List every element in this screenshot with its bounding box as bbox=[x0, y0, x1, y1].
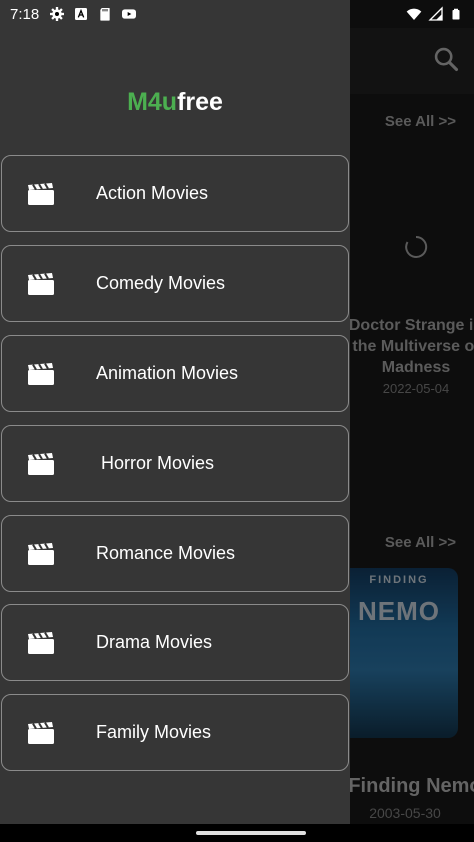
clapperboard-icon bbox=[28, 273, 54, 295]
clapperboard-icon bbox=[28, 453, 54, 475]
menu-item-label: Family Movies bbox=[96, 722, 212, 742]
youtube-icon bbox=[122, 9, 137, 19]
menu-item-label: Animation Movies bbox=[96, 363, 239, 383]
menu-item[interactable]: Action Movies bbox=[1, 155, 349, 232]
menu-item-label: Action Movies bbox=[96, 183, 209, 203]
menu-item-label: Comedy Movies bbox=[96, 273, 226, 293]
menu-item-label: Horror Movies bbox=[96, 453, 215, 473]
wifi-icon bbox=[406, 8, 422, 20]
sd-card-icon bbox=[100, 8, 110, 21]
menu-item[interactable]: Drama Movies bbox=[1, 604, 349, 681]
menu-item-label: Romance Movies bbox=[96, 543, 236, 563]
navigation-drawer: M4ufree Action Movies Comedy Movies Animat… bbox=[0, 0, 350, 824]
menu-item[interactable]: Romance Movies bbox=[1, 515, 349, 592]
clapperboard-icon bbox=[28, 363, 54, 385]
signal-icon bbox=[428, 6, 443, 21]
clapperboard-icon bbox=[28, 722, 54, 744]
menu-item[interactable]: Comedy Movies bbox=[1, 245, 349, 322]
status-time: 7:18 bbox=[10, 5, 40, 23]
font-icon bbox=[75, 8, 88, 20]
brand-prefix: M4u bbox=[127, 88, 178, 116]
gear-icon bbox=[50, 7, 65, 21]
system-navigation-bar bbox=[0, 824, 474, 842]
clapperboard-icon bbox=[28, 543, 54, 565]
app-logo: M4ufree bbox=[0, 88, 350, 117]
menu-item[interactable]: Animation Movies bbox=[1, 335, 349, 412]
clapperboard-icon bbox=[28, 183, 54, 205]
menu-item-label: Drama Movies bbox=[96, 632, 213, 652]
menu-item[interactable]: Family Movies bbox=[1, 694, 349, 771]
home-indicator[interactable] bbox=[196, 831, 306, 835]
clapperboard-icon bbox=[28, 632, 54, 654]
menu-item[interactable]: Horror Movies bbox=[1, 425, 349, 502]
battery-icon bbox=[452, 8, 460, 20]
brand-suffix: free bbox=[177, 88, 223, 116]
status-bar: 7:18 bbox=[0, 0, 474, 28]
